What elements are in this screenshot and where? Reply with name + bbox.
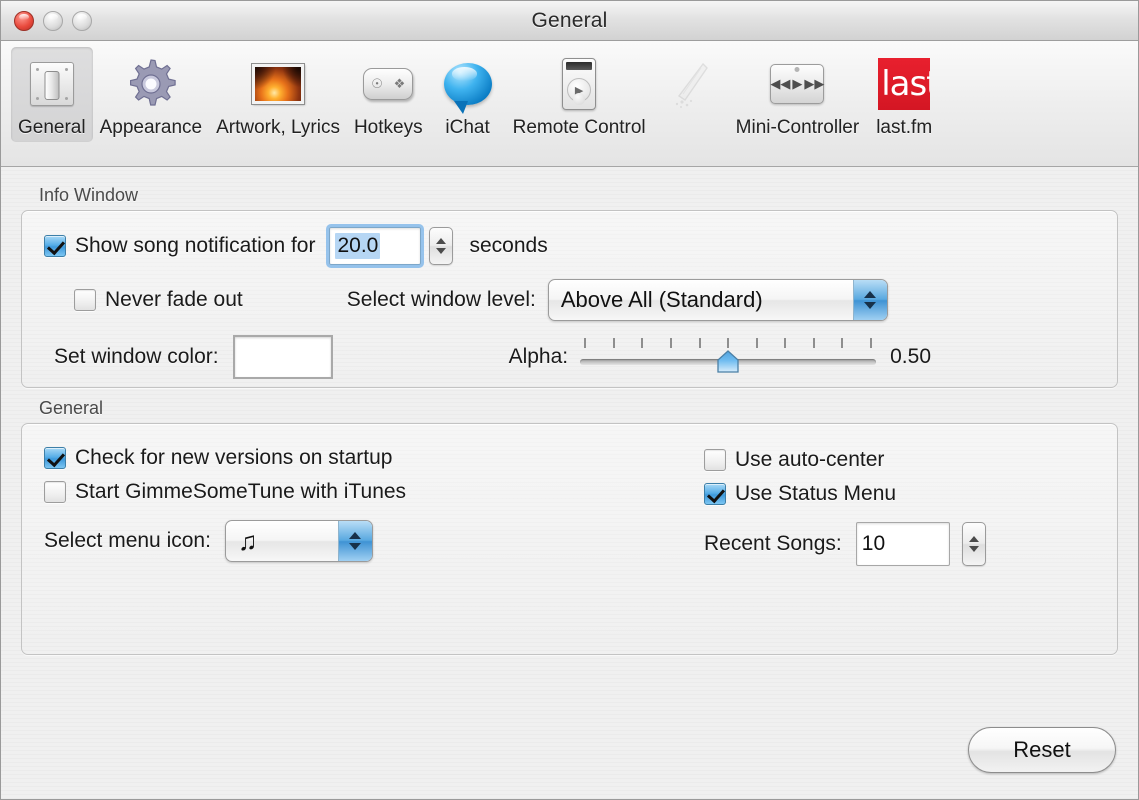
toolbar-label-artwork-lyrics: Artwork, Lyrics <box>216 117 340 138</box>
toolbar-item-appearance[interactable]: Appearance <box>93 47 209 142</box>
alpha-slider-thumb[interactable] <box>716 350 740 374</box>
window-color-label: Set window color: <box>54 345 219 368</box>
menu-icon-value: ♫ <box>237 525 258 556</box>
general-group-box: Check for new versions on startup Start … <box>21 423 1118 655</box>
notification-seconds-value: 20.0 <box>335 233 381 259</box>
toolbar-label-lastfm: last.fm <box>876 117 933 138</box>
check-new-versions-row: Check for new versions on startup <box>44 446 704 470</box>
toolbar-item-sparkle[interactable] <box>653 47 729 120</box>
photo-thumbnail-icon <box>247 53 309 115</box>
toolbar-label-remote-control: Remote Control <box>512 117 646 138</box>
show-song-notification-label: Show song notification for <box>75 234 316 257</box>
use-auto-center-row: Use auto-center <box>704 448 1095 472</box>
recent-songs-row: Recent Songs: 10 <box>704 522 1095 566</box>
toolbar-item-lastfm[interactable]: last last.fm <box>866 47 942 142</box>
lastfm-logo-icon: last <box>873 53 935 115</box>
use-auto-center-label: Use auto-center <box>735 448 885 471</box>
gear-icon <box>120 53 182 115</box>
start-with-itunes-checkbox[interactable] <box>44 481 66 503</box>
alpha-slider-ticks <box>584 338 873 348</box>
general-left-column: Check for new versions on startup Start … <box>44 446 704 566</box>
use-status-menu-checkbox[interactable] <box>704 483 726 505</box>
toolbar-label-appearance: Appearance <box>99 117 203 138</box>
reset-button[interactable]: Reset <box>968 727 1116 773</box>
recent-songs-input[interactable]: 10 <box>855 522 950 566</box>
recent-songs-stepper[interactable] <box>961 522 986 566</box>
toolbar-label-hotkeys: Hotkeys <box>353 117 423 138</box>
light-switch-icon <box>21 53 83 115</box>
show-song-notification-checkbox[interactable] <box>44 235 66 257</box>
never-fade-out-label: Never fade out <box>105 288 243 311</box>
menu-icon-popup[interactable]: ♫ <box>224 520 373 562</box>
recent-songs-label: Recent Songs: <box>704 532 842 555</box>
notification-seconds-input[interactable]: 20.0 <box>326 224 425 268</box>
preferences-window: General General Appearance Artwork, Lyri… <box>0 0 1139 800</box>
window-color-well[interactable] <box>232 335 333 379</box>
window-level-label: Select window level: <box>346 288 536 311</box>
info-window-group: Info Window Show song notification for 2… <box>21 185 1118 388</box>
never-fade-out-checkbox[interactable] <box>74 289 96 311</box>
start-with-itunes-row: Start GimmeSomeTune with iTunes <box>44 480 704 504</box>
window-level-value: Above All (Standard) <box>560 287 763 312</box>
alpha-slider[interactable] <box>580 336 877 378</box>
start-with-itunes-label: Start GimmeSomeTune with iTunes <box>75 480 407 503</box>
window-color-alpha-row: Set window color: Alpha: 0.50 <box>44 335 1095 379</box>
alpha-value: 0.50 <box>890 345 931 368</box>
recent-songs-value: 10 <box>861 532 886 555</box>
general-right-column: Use auto-center Use Status Menu Recent S… <box>704 446 1095 566</box>
toolbar-label-mini-controller: Mini-Controller <box>735 117 860 138</box>
toolbar-label-ichat: iChat <box>445 117 490 138</box>
menu-icon-row: Select menu icon: ♫ <box>44 520 704 562</box>
toolbar-label-general: General <box>18 117 86 138</box>
window-level-chevron-icon <box>852 280 887 320</box>
window-title: General <box>531 8 608 32</box>
info-window-group-box: Show song notification for 20.0 seconds … <box>21 210 1118 388</box>
sparkle-wand-icon <box>660 53 722 115</box>
check-new-versions-checkbox[interactable] <box>44 447 66 469</box>
toolbar-item-artwork-lyrics[interactable]: Artwork, Lyrics <box>209 47 347 142</box>
footer: Reset <box>968 727 1116 773</box>
ipod-icon: ▶ <box>548 53 610 115</box>
general-group-title: General <box>39 398 104 418</box>
chat-bubble-icon <box>437 53 499 115</box>
never-fade-out-row: Never fade out Select window level: Abov… <box>44 279 1095 321</box>
toolbar-item-ichat[interactable]: iChat <box>430 47 506 142</box>
alpha-label: Alpha: <box>508 345 569 368</box>
title-bar: General <box>1 1 1138 41</box>
preferences-content: Info Window Show song notification for 2… <box>1 167 1138 799</box>
use-status-menu-label: Use Status Menu <box>735 482 897 505</box>
toolbar-item-hotkeys[interactable]: ☉ ❖ Hotkeys <box>347 47 430 142</box>
toolbar: General Appearance Artwork, Lyrics ☉ ❖ H… <box>1 41 1138 167</box>
keyboard-keys-icon: ☉ ❖ <box>357 53 419 115</box>
window-level-popup[interactable]: Above All (Standard) <box>547 279 888 321</box>
use-status-menu-row: Use Status Menu <box>704 482 1095 506</box>
toolbar-item-remote-control[interactable]: ▶ Remote Control <box>506 47 653 142</box>
seconds-unit-label: seconds <box>469 234 548 257</box>
toolbar-item-mini-controller[interactable]: ◀◀ ▶ ▶▶ Mini-Controller <box>729 47 867 142</box>
use-auto-center-checkbox[interactable] <box>704 449 726 471</box>
notification-seconds-stepper[interactable] <box>429 227 454 265</box>
mini-controller-icon: ◀◀ ▶ ▶▶ <box>766 53 828 115</box>
general-group: General Check for new versions on startu… <box>21 398 1118 655</box>
toolbar-item-general[interactable]: General <box>11 47 93 142</box>
show-song-notification-row: Show song notification for 20.0 seconds <box>44 224 1095 268</box>
check-new-versions-label: Check for new versions on startup <box>75 446 393 469</box>
menu-icon-label: Select menu icon: <box>44 529 211 552</box>
menu-icon-chevron-icon <box>337 521 372 561</box>
info-window-group-title: Info Window <box>39 185 139 205</box>
